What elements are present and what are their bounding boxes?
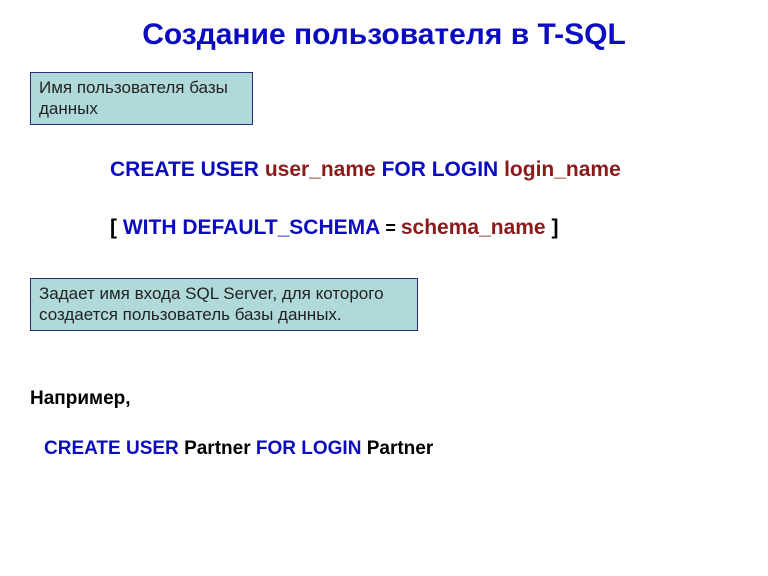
ident-schema-name: schema_name (401, 216, 546, 239)
example-keyword-for-login: FOR LOGIN (256, 438, 362, 459)
syntax-line-1: CREATE USER user_name FOR LOGIN login_na… (110, 158, 621, 182)
example-keyword-create-user: CREATE USER (44, 438, 179, 459)
keyword-create-user: CREATE USER (110, 158, 259, 181)
example-login: Partner (367, 438, 434, 459)
syntax-line-2: [ WITH DEFAULT_SCHEMA = schema_name ] (110, 216, 558, 240)
keyword-with-default-schema: WITH DEFAULT_SCHEMA (123, 216, 380, 239)
callout-login-name: Задает имя входа SQL Server, для которог… (30, 278, 418, 331)
example-line: CREATE USER Partner FOR LOGIN Partner (44, 438, 433, 460)
ident-user-name: user_name (265, 158, 376, 181)
page-title: Создание пользователя в T-SQL (0, 0, 768, 52)
example-user: Partner (184, 438, 251, 459)
equals: = (385, 218, 401, 238)
keyword-for-login: FOR LOGIN (382, 158, 499, 181)
callout-user-name: Имя пользователя базы данных (30, 72, 253, 125)
example-label: Например, (30, 388, 131, 410)
bracket-open: [ (110, 216, 117, 239)
ident-login-name: login_name (504, 158, 621, 181)
bracket-close: ] (551, 216, 558, 239)
